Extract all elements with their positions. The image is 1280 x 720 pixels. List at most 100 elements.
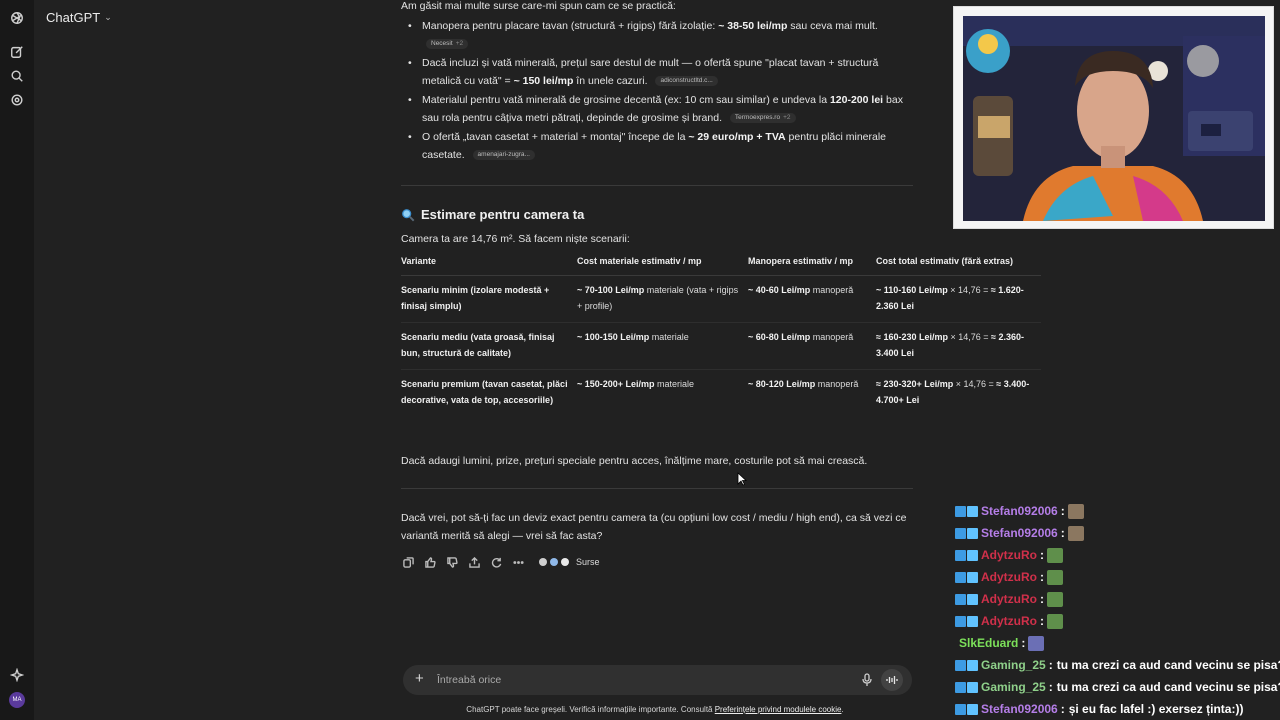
- prime-badge-icon: [955, 549, 966, 561]
- prime-badge-icon: [955, 505, 966, 517]
- divider: [401, 185, 913, 186]
- chat-username[interactable]: AdytzuRo: [981, 588, 1037, 610]
- table-cell: Scenariu mediu (vata groasă, finisaj bun…: [401, 322, 577, 370]
- sub-badge-icon: [967, 549, 978, 561]
- extras-note: Dacă adaugi lumini, prize, prețuri speci…: [401, 455, 868, 467]
- chat-message: Stefan092006:: [955, 522, 1280, 544]
- sub-badge-icon: [967, 703, 978, 715]
- sparkle-icon[interactable]: [9, 667, 25, 683]
- user-badges: [955, 703, 978, 715]
- section-heading: Estimare pentru camera ta: [401, 206, 584, 224]
- sources-button[interactable]: Surse: [539, 553, 600, 571]
- microphone-icon[interactable]: [861, 673, 873, 687]
- table-cell: Scenariu premium (tavan casetat, plăci d…: [401, 379, 568, 405]
- share-icon[interactable]: [467, 555, 481, 569]
- box-emote-icon: [1028, 635, 1045, 651]
- sub-badge-icon: [967, 681, 978, 693]
- webcam-feed: [963, 16, 1265, 221]
- chat-username[interactable]: AdytzuRo: [981, 566, 1037, 588]
- stream-chat: Stefan092006: Stefan092006: AdytzuRo: Ad…: [955, 500, 1280, 720]
- chat-message: Gaming_25: tu ma crezi ca aud cand vecin…: [955, 676, 1280, 698]
- message-actions: Surse: [401, 553, 600, 571]
- divider: [401, 488, 913, 489]
- source-chip[interactable]: Termoexpres.ro +2: [729, 113, 796, 124]
- table-cell: ~ 150-200+ Lei/mp materiale: [577, 379, 695, 389]
- source-chip[interactable]: adiconstructltd.c...: [655, 76, 718, 87]
- source-chip[interactable]: Necesit +2: [426, 39, 469, 50]
- chat-username[interactable]: Stefan092006: [981, 522, 1058, 544]
- search-icon[interactable]: [9, 68, 25, 84]
- copy-icon[interactable]: [401, 555, 415, 569]
- chat-message: Gaming_25: tu ma crezi ca aud cand vecin…: [955, 654, 1280, 676]
- model-selector[interactable]: ChatGPT ⌄: [46, 10, 112, 25]
- sub-badge-icon: [967, 571, 978, 583]
- sub-badge-icon: [967, 527, 978, 539]
- room-text: Camera ta are 14,76 m². Să facem niște s…: [401, 233, 630, 245]
- chat-message: Stefan092006:: [955, 500, 1280, 522]
- table-cell: ~ 70-100 Lei/mp materiale (vata + rigips…: [577, 275, 748, 323]
- regenerate-icon[interactable]: [489, 555, 503, 569]
- table-cell: Scenariu minim (izolare modestă + finisa…: [401, 275, 577, 323]
- prime-badge-icon: [955, 703, 966, 715]
- source-favicon: [550, 558, 558, 566]
- chat-username[interactable]: AdytzuRo: [981, 610, 1037, 632]
- chat-message: AdytzuRo:: [955, 588, 1280, 610]
- new-chat-icon[interactable]: [9, 44, 25, 60]
- magnifier-icon: [402, 209, 415, 222]
- chat-username[interactable]: SlkEduard: [959, 632, 1018, 654]
- list-item: Materialul pentru vată minerală de grosi…: [401, 91, 913, 127]
- model-label: ChatGPT: [46, 10, 101, 25]
- estimate-table: Variante Cost materiale estimativ / mp M…: [401, 253, 1041, 416]
- sources-list: Manopera pentru placare tavan (structură…: [401, 17, 913, 165]
- offer-text: Dacă vrei, pot să-ți fac un deviz exact …: [401, 512, 907, 542]
- chat-text: tu ma crezi ca aud cand vecinu se pisa?: [1056, 680, 1280, 694]
- table-cell: ~ 40-60 Lei/mp manoperă: [748, 275, 876, 323]
- chat-message: AdytzuRo:: [955, 610, 1280, 632]
- library-icon[interactable]: [9, 92, 25, 108]
- frog-emote-icon: [1047, 569, 1063, 585]
- more-options-icon[interactable]: [511, 555, 525, 569]
- table-row: Scenariu minim (izolare modestă + finisa…: [401, 275, 1041, 323]
- chat-username[interactable]: Gaming_25: [981, 676, 1046, 698]
- table-cell: ~ 100-150 Lei/mp materiale: [577, 322, 748, 370]
- user-badges: [955, 527, 978, 539]
- waveform-icon: [886, 676, 898, 684]
- chat-text: și eu fac lafel :) exersez ținta:)): [1068, 702, 1244, 716]
- chat-username[interactable]: Stefan092006: [981, 698, 1058, 720]
- table-cell: ≈ 230-320+ Lei/mp × 14,76 = ≈ 3.400-4.70…: [876, 379, 1030, 405]
- frog-emote-icon: [1047, 547, 1063, 563]
- thumbs-down-icon[interactable]: [445, 555, 459, 569]
- table-header-row: Variante Cost materiale estimativ / mp M…: [401, 253, 1041, 276]
- sub-badge-icon: [967, 593, 978, 605]
- table-header: Variante: [401, 253, 577, 276]
- table-cell: ≈ 160-230 Lei/mp × 14,76 = ≈ 2.360-3.400…: [876, 322, 1041, 370]
- chat-username[interactable]: Stefan092006: [981, 500, 1058, 522]
- user-badges: [955, 505, 978, 517]
- source-chip[interactable]: amenajari-zugra...: [472, 150, 535, 161]
- table-cell: ~ 110-160 Lei/mp × 14,76 = ≈ 1.620-2.360…: [876, 275, 1041, 323]
- plus-icon[interactable]: +: [415, 670, 424, 687]
- sub-badge-icon: [967, 505, 978, 517]
- sub-badge-icon: [967, 615, 978, 627]
- composer: +: [403, 665, 912, 695]
- voice-mode-button[interactable]: [881, 669, 903, 691]
- prompt-input[interactable]: [437, 671, 837, 689]
- chat-message: Stefan092006: și eu fac lafel :) exersez…: [955, 698, 1280, 720]
- chat-username[interactable]: Gaming_25: [981, 654, 1046, 676]
- table-cell: ~ 80-120 Lei/mp manoperă: [748, 379, 859, 389]
- user-badges: [955, 681, 978, 693]
- openai-logo-icon[interactable]: [9, 10, 25, 26]
- cookie-preferences-link[interactable]: Preferințele privind modulele cookie: [715, 705, 842, 714]
- webcam-scene: [963, 16, 1265, 221]
- user-badges: [955, 571, 978, 583]
- prime-badge-icon: [955, 593, 966, 605]
- table-cell: ~ 60-80 Lei/mp manoperă: [748, 322, 876, 370]
- thumbs-up-icon[interactable]: [423, 555, 437, 569]
- webcam-overlay: [953, 6, 1274, 229]
- chat-message: SlkEduard:: [955, 632, 1280, 654]
- table-row: Scenariu mediu (vata groasă, finisaj bun…: [401, 322, 1041, 370]
- user-badges: [955, 593, 978, 605]
- prime-badge-icon: [955, 681, 966, 693]
- table-row: Scenariu premium (tavan casetat, plăci d…: [401, 370, 1041, 417]
- chat-username[interactable]: AdytzuRo: [981, 544, 1037, 566]
